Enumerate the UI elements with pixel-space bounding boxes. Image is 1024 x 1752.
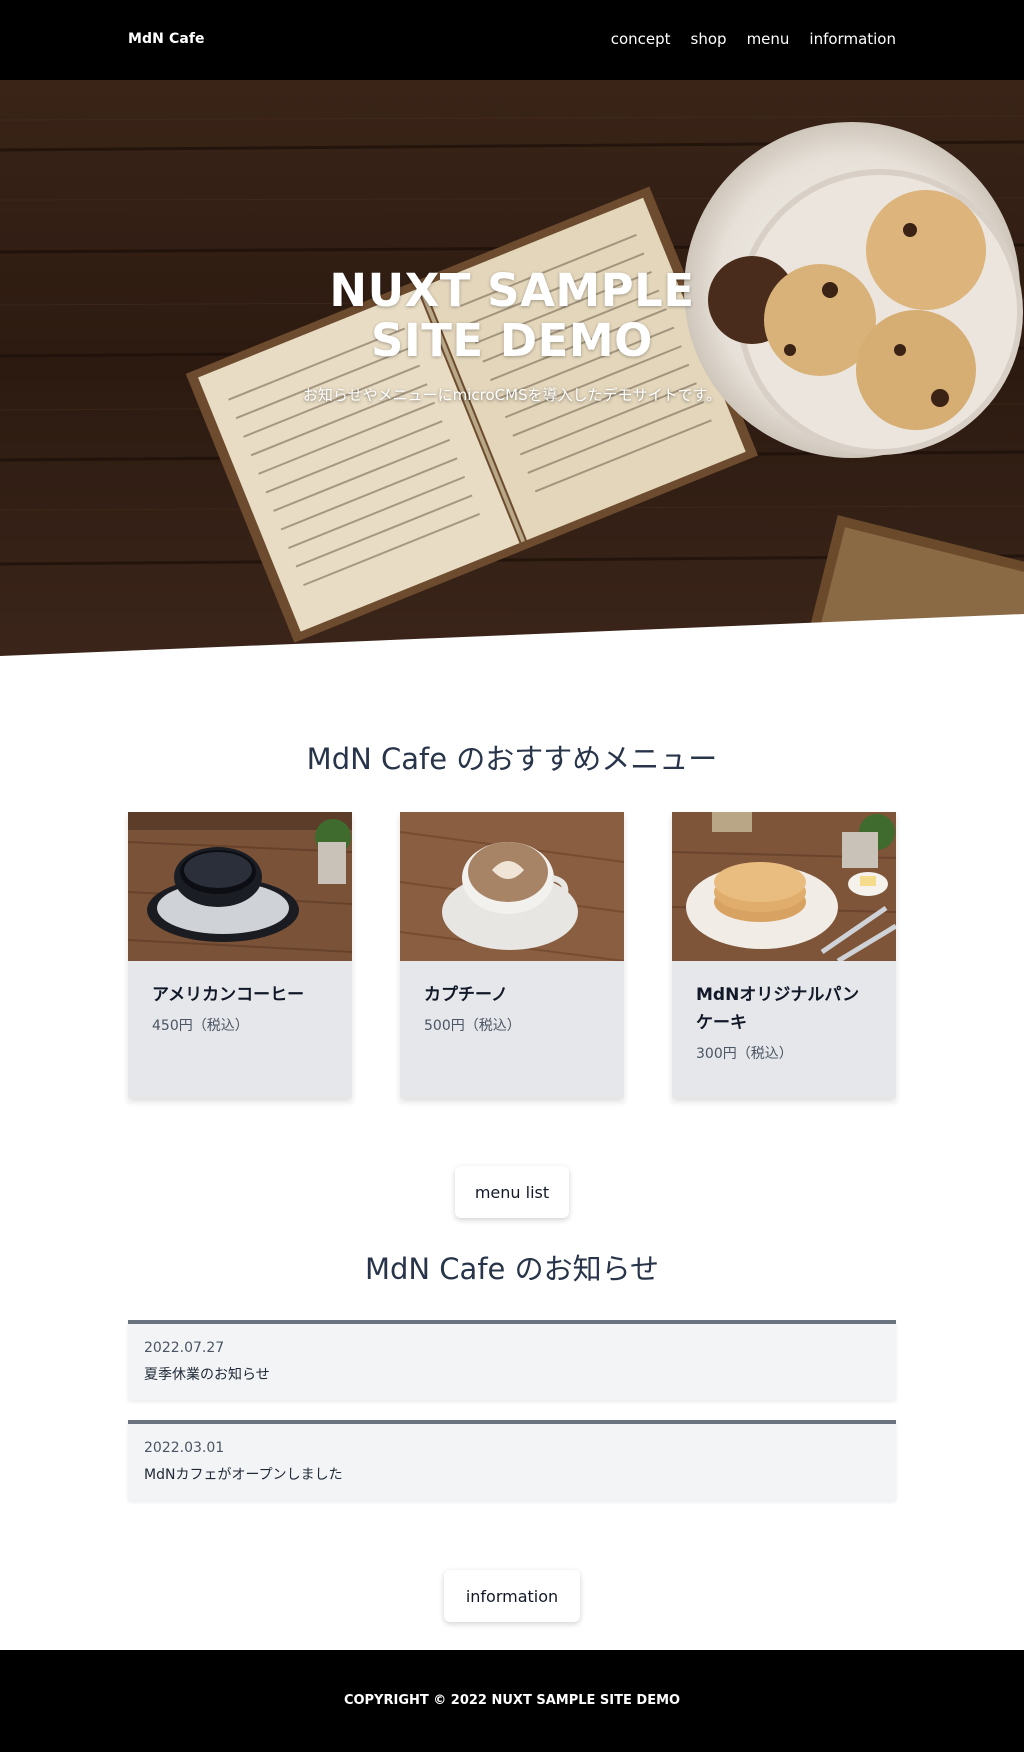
menu-item-name: アメリカンコーヒー: [152, 985, 305, 1005]
site-footer: COPYRIGHT © 2022 NUXT SAMPLE SITE DEMO: [0, 1650, 1024, 1752]
news-title: MdNカフェがオープンしました: [144, 1467, 343, 1483]
site-logo[interactable]: MdN Cafe: [128, 31, 205, 47]
menu-card-list: アメリカンコーヒー 450円（税込） カプチーノ 500円（税込） MdNオリジ…: [128, 812, 896, 1098]
nav-concept[interactable]: concept: [611, 30, 671, 48]
pancake-photo: [672, 812, 896, 961]
news-section-title: MdN Cafe のお知らせ: [364, 1252, 660, 1286]
nav-menu[interactable]: menu: [747, 30, 790, 48]
menu-item-name: カプチーノ: [424, 985, 508, 1005]
cappuccino-photo: [400, 812, 624, 961]
main-nav: concept shop menu information: [611, 30, 896, 48]
hero: NUXT SAMPLE SITE DEMO お知らせやメニューにmicroCMS…: [0, 80, 1024, 656]
information-button[interactable]: information: [444, 1570, 580, 1622]
nav-shop[interactable]: shop: [691, 30, 727, 48]
nav-information[interactable]: information: [809, 30, 896, 48]
menu-item-name: MdNオリジナルパンケーキ: [696, 985, 860, 1033]
site-header: MdN Cafe concept shop menu information: [0, 0, 1024, 80]
hero-title: NUXT SAMPLE SITE DEMO: [329, 264, 695, 367]
menu-item-price: 450円（税込）: [152, 1018, 249, 1034]
news-title: 夏季休業のお知らせ: [144, 1367, 270, 1383]
menu-card[interactable]: カプチーノ 500円（税込）: [400, 812, 624, 1098]
news-date: 2022.07.27: [144, 1340, 225, 1356]
news-item[interactable]: 2022.07.27 夏季休業のお知らせ: [128, 1320, 896, 1400]
menu-card[interactable]: アメリカンコーヒー 450円（税込）: [128, 812, 352, 1098]
news-date: 2022.03.01: [144, 1440, 225, 1456]
menu-item-price: 300円（税込）: [696, 1046, 793, 1062]
menu-section-title: MdN Cafe のおすすめメニュー: [306, 742, 718, 776]
menu-item-price: 500円（税込）: [424, 1018, 521, 1034]
hero-subtitle: お知らせやメニューにmicroCMSを導入したデモサイトです。: [302, 386, 722, 404]
news-item[interactable]: 2022.03.01 MdNカフェがオープンしました: [128, 1420, 896, 1500]
menu-card[interactable]: MdNオリジナルパンケーキ 300円（税込）: [672, 812, 896, 1098]
coffee-cup-photo: [128, 812, 352, 961]
menu-list-button[interactable]: menu list: [455, 1166, 569, 1218]
copyright-text: COPYRIGHT © 2022 NUXT SAMPLE SITE DEMO: [343, 1693, 681, 1708]
